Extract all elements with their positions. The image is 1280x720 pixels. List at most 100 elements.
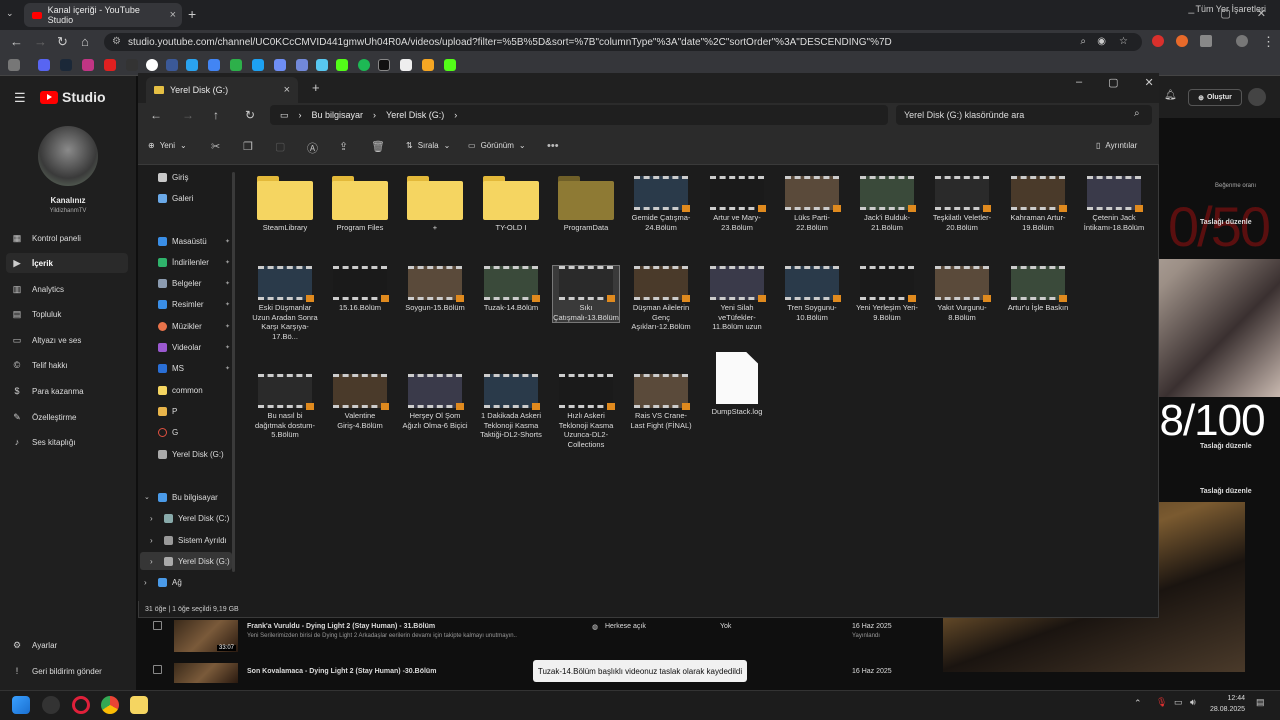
video-file-item[interactable]: Eski Düşmanlar Uzun Aradan Sonra Karşı K… <box>252 266 318 341</box>
row-checkbox[interactable] <box>153 621 162 630</box>
nav-item-downloads[interactable]: İndirilenler ✦ <box>158 258 230 267</box>
video-file-item[interactable]: Yeni Yerleşim Yeri-9.Bölüm <box>854 266 920 322</box>
studio-logo[interactable]: Studio <box>40 89 106 105</box>
video-file-item[interactable]: Bu nasıl bi dağıtmak dostum-5.Bölüm <box>252 374 318 440</box>
video-file-item[interactable]: Kahraman Artur-19.Bölüm <box>1005 176 1071 232</box>
nav-dashboard[interactable]: ▦ Kontrol paneli <box>12 228 128 248</box>
nav-item-g[interactable]: G <box>158 428 230 437</box>
file-explorer-icon[interactable] <box>130 696 148 714</box>
home-icon[interactable]: ⌂ <box>81 34 89 49</box>
bookmark-icon[interactable] <box>296 59 308 71</box>
network-tray-icon[interactable]: ▭ <box>1174 697 1183 708</box>
breadcrumb[interactable]: ▭ › Bu bilgisayar › Yerel Disk (G:) › <box>270 105 888 125</box>
channel-avatar[interactable] <box>38 126 98 186</box>
video-file-item[interactable]: Valentine Giriş-4.Bölüm <box>327 374 393 430</box>
apps-icon[interactable] <box>8 59 20 71</box>
nav-monetization[interactable]: $ Para kazanma <box>12 381 128 401</box>
breadcrumb-item[interactable]: Yerel Disk (G:) <box>386 110 444 120</box>
close-tab-icon[interactable]: × <box>170 9 176 21</box>
minimize-icon[interactable]: – <box>1188 7 1194 20</box>
extension-icon[interactable] <box>1152 35 1164 47</box>
video-file-item[interactable]: Düşman Ailelerin Genç Aşıkları-12.Bölüm <box>628 266 694 332</box>
video-file-item[interactable]: Lüks Parti-22.Bölüm <box>779 176 845 232</box>
bookmark-icon[interactable] <box>126 59 138 71</box>
minimize-icon[interactable]: – <box>1076 76 1082 89</box>
share-icon[interactable]: ⇪ <box>339 140 348 153</box>
bookmark-icon[interactable] <box>358 59 370 71</box>
eye-off-icon[interactable]: ◉ <box>1097 36 1106 47</box>
close-window-icon[interactable]: ✕ <box>1145 76 1154 89</box>
nav-settings[interactable]: ⚙ Ayarlar <box>12 635 128 655</box>
tray-chevron-up-icon[interactable]: ⌃ <box>1134 698 1142 709</box>
video-title[interactable]: Son Kovalamaca - Dying Light 2 (Stay Hum… <box>247 668 436 675</box>
folder-item[interactable]: Program Files <box>327 176 393 233</box>
video-file-item[interactable]: Yeni Silah veTüfekler-11.Bölüm uzun <box>704 266 770 332</box>
edit-draft-link[interactable]: Taslağı düzenle <box>1200 219 1252 226</box>
video-title[interactable]: Frank'a Vuruldu - Dying Light 2 (Stay Hu… <box>247 623 435 630</box>
video-file-item[interactable]: Jack'i Bulduk-21.Bölüm <box>854 176 920 232</box>
file-item[interactable]: DumpStack.log <box>704 352 770 417</box>
details-button[interactable]: ▯ Ayrıntılar <box>1096 141 1137 150</box>
nav-scrollbar[interactable] <box>232 172 235 572</box>
chevron-right-icon[interactable]: › <box>144 578 147 587</box>
bookmark-icon[interactable] <box>378 59 390 71</box>
volume-icon[interactable]: 🔊︎ <box>1190 697 1196 708</box>
sort-button[interactable]: ⇅ Sırala ⌄ <box>406 141 450 150</box>
bookmark-icon[interactable] <box>104 59 116 71</box>
bookmark-icon[interactable] <box>400 59 412 71</box>
forward-icon[interactable]: → <box>182 108 194 122</box>
video-file-item[interactable]: Çetenin Jack İntikamı-18.Bölüm <box>1081 176 1147 232</box>
bookmark-icon[interactable] <box>208 59 220 71</box>
breadcrumb-item[interactable]: Bu bilgisayar <box>312 110 364 120</box>
search-icon[interactable]: ⌕ <box>1134 108 1140 119</box>
nav-item-pictures[interactable]: Resimler ✦ <box>158 300 230 309</box>
video-file-item[interactable]: Hızlı Askeri Teklonoji Kasma Uzunca-DL2-… <box>553 374 619 449</box>
folder-item[interactable]: ProgramData <box>553 176 619 233</box>
system-clock[interactable]: 12:44 28.08.2025 <box>1210 693 1245 715</box>
nav-content[interactable]: ▶ İçerik <box>6 253 128 273</box>
hamburger-menu-icon[interactable]: ☰ <box>14 90 26 106</box>
video-file-item[interactable]: Herşey Ol Şom Ağızlı Olma-6 Biçici <box>402 374 468 430</box>
bookmark-icon[interactable] <box>336 59 348 71</box>
bookmark-icon[interactable] <box>230 59 242 71</box>
video-visibility[interactable]: Herkese açık <box>605 623 646 630</box>
nav-item-network[interactable]: Ağ <box>158 578 230 587</box>
bookmark-star-icon[interactable]: ☆ <box>1119 36 1128 47</box>
search-input[interactable]: Yerel Disk (G:) klasöründe ara <box>896 105 1152 125</box>
profile-icon[interactable] <box>1236 35 1248 47</box>
nav-community[interactable]: ▤ Topluluk <box>12 304 128 324</box>
nav-customization[interactable]: ✎ Özelleştirme <box>12 407 128 427</box>
bookmark-icon[interactable] <box>316 59 328 71</box>
nav-item-system-reserved[interactable]: Sistem Ayrıldı <box>164 536 236 545</box>
microphone-icon[interactable]: 🎙︎ <box>1156 697 1167 708</box>
nav-item-music[interactable]: Müzikler ✦ <box>158 322 230 331</box>
bookmark-icon[interactable] <box>252 59 264 71</box>
notifications-bell-icon[interactable]: 🔔︎ <box>1164 90 1177 101</box>
account-avatar[interactable] <box>1248 88 1266 106</box>
bookmark-icon[interactable] <box>444 59 456 71</box>
bookmark-icon[interactable] <box>38 59 50 71</box>
tab-search-icon[interactable]: ⌄ <box>6 8 14 19</box>
video-file-item[interactable]: Sıkı Çatışmalı-13.Bölüm <box>552 265 620 323</box>
nav-audio-library[interactable]: ♪ Ses kitaplığı <box>12 432 128 452</box>
site-info-icon[interactable]: ⚙ <box>112 36 121 47</box>
nav-feedback[interactable]: ! Geri bildirim gönder <box>12 661 128 681</box>
nav-analytics[interactable]: ▥ Analytics <box>12 279 128 299</box>
nav-item-drive-g[interactable]: Yerel Disk (G:) <box>158 450 230 459</box>
nav-item-drive-c[interactable]: Yerel Disk (C:) <box>164 514 236 523</box>
browser-tab[interactable]: Kanal içeriği - YouTube Studio × <box>24 3 182 27</box>
chrome-icon[interactable] <box>101 696 119 714</box>
close-tab-icon[interactable]: × <box>284 84 290 96</box>
nav-item-ms[interactable]: MS ✦ <box>158 364 230 373</box>
create-button[interactable]: ⊕ Oluştur <box>1188 89 1242 106</box>
row-checkbox[interactable] <box>153 665 162 674</box>
video-file-item[interactable]: 15.16.Bölüm <box>327 266 393 313</box>
video-file-item[interactable]: Soygun-15.Bölüm <box>402 266 468 313</box>
start-windows-icon[interactable] <box>12 696 30 714</box>
nav-item-this-pc[interactable]: Bu bilgisayar <box>158 493 230 502</box>
maximize-icon[interactable]: ▢ <box>1108 76 1118 89</box>
folder-item[interactable]: TY-OLD I <box>478 176 544 233</box>
paste-icon[interactable]: ▢ <box>275 140 285 153</box>
folder-item[interactable]: + <box>402 176 468 233</box>
copy-icon[interactable]: ❐ <box>243 140 253 153</box>
